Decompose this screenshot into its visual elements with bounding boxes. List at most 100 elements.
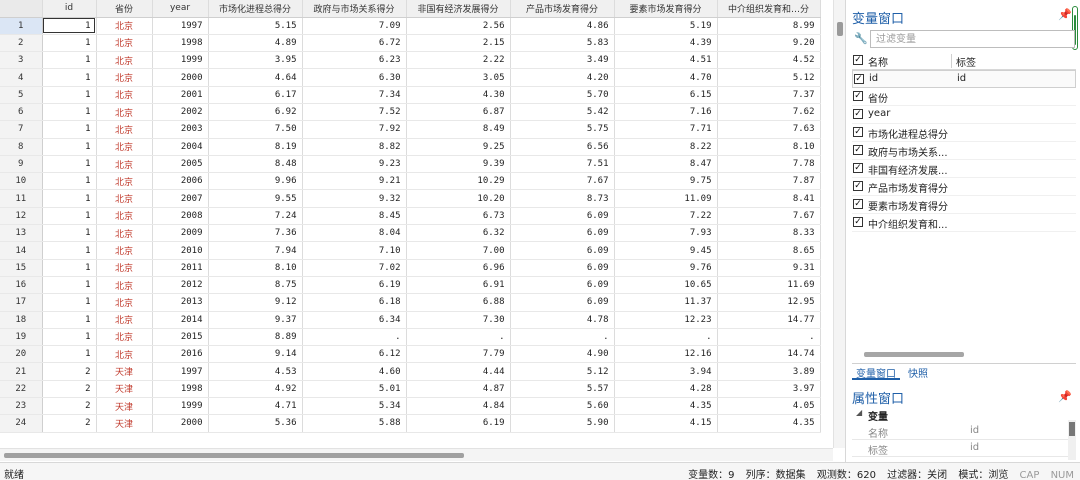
table-cell[interactable]: 4.84 bbox=[406, 397, 511, 416]
table-cell[interactable]: 1 bbox=[42, 189, 97, 208]
table-cell[interactable]: 8.19 bbox=[208, 138, 303, 156]
table-cell[interactable]: 6.73 bbox=[406, 207, 511, 226]
table-cell[interactable]: 北京 bbox=[96, 293, 153, 312]
row-number[interactable]: 13 bbox=[0, 224, 43, 243]
table-cell[interactable]: 5.34 bbox=[302, 397, 407, 416]
table-cell[interactable]: 8.89 bbox=[208, 328, 303, 347]
row-number[interactable]: 24 bbox=[0, 414, 43, 433]
table-cell[interactable]: . bbox=[717, 328, 821, 347]
table-cell[interactable]: 1999 bbox=[152, 51, 209, 70]
table-cell[interactable]: 4.70 bbox=[614, 68, 718, 87]
table-cell[interactable]: 5.19 bbox=[614, 17, 718, 35]
table-cell[interactable]: 北京 bbox=[96, 328, 153, 347]
table-cell[interactable]: 9.37 bbox=[208, 311, 303, 329]
table-cell[interactable]: 7.09 bbox=[302, 17, 407, 35]
column-header-non-state[interactable]: 非国有经济发展得分 bbox=[406, 0, 511, 18]
table-cell[interactable]: 4.86 bbox=[510, 17, 615, 35]
table-cell[interactable]: 北京 bbox=[96, 345, 153, 364]
tab-snapshots[interactable]: 快照 bbox=[904, 364, 932, 380]
table-cell[interactable]: 2012 bbox=[152, 276, 209, 295]
table-cell[interactable]: 北京 bbox=[96, 311, 153, 329]
grid-vertical-scroll-thumb[interactable] bbox=[837, 22, 843, 36]
table-cell[interactable]: 6.19 bbox=[406, 414, 511, 433]
row-number[interactable]: 19 bbox=[0, 328, 43, 347]
table-cell[interactable]: 1 bbox=[42, 120, 97, 139]
table-cell[interactable]: 2.22 bbox=[406, 51, 511, 70]
table-cell[interactable]: 6.34 bbox=[302, 311, 407, 329]
variable-row[interactable]: ✓ 中介组织发育和... bbox=[852, 214, 1076, 232]
table-cell[interactable]: 9.23 bbox=[302, 155, 407, 174]
table-cell[interactable]: 9.25 bbox=[406, 138, 511, 156]
table-cell[interactable]: 6.92 bbox=[208, 103, 303, 122]
table-row[interactable]: 1 1 北京 1997 5.15 7.09 2.56 4.86 5.19 8.99 bbox=[0, 17, 821, 35]
table-cell[interactable]: 7.63 bbox=[717, 120, 821, 139]
row-number[interactable]: 14 bbox=[0, 241, 43, 260]
table-cell[interactable]: 1 bbox=[42, 155, 97, 174]
table-cell[interactable]: 北京 bbox=[96, 34, 153, 53]
table-cell[interactable]: 1997 bbox=[152, 362, 209, 381]
row-number[interactable]: 12 bbox=[0, 207, 43, 226]
table-cell[interactable]: 2 bbox=[42, 414, 97, 433]
table-cell[interactable]: 4.20 bbox=[510, 68, 615, 87]
table-cell[interactable]: 1 bbox=[42, 86, 97, 104]
table-cell[interactable]: 天津 bbox=[96, 362, 153, 381]
variable-checkbox[interactable]: ✓ bbox=[853, 217, 863, 227]
table-cell[interactable]: 6.09 bbox=[510, 293, 615, 312]
table-cell[interactable]: 2004 bbox=[152, 138, 209, 156]
table-cell[interactable]: 1 bbox=[42, 17, 97, 35]
table-cell[interactable]: 9.39 bbox=[406, 155, 511, 174]
tab-variables[interactable]: 变量窗口 bbox=[852, 364, 900, 380]
table-cell[interactable]: 1999 bbox=[152, 397, 209, 416]
table-cell[interactable]: 5.70 bbox=[510, 86, 615, 104]
table-row[interactable]: 14 1 北京 2010 7.94 7.10 7.00 6.09 9.45 8.65 bbox=[0, 241, 821, 260]
table-cell[interactable]: 10.65 bbox=[614, 276, 718, 295]
table-cell[interactable]: 1998 bbox=[152, 34, 209, 53]
table-cell[interactable]: 1998 bbox=[152, 380, 209, 399]
row-number[interactable]: 11 bbox=[0, 189, 43, 208]
table-cell[interactable]: 1 bbox=[42, 311, 97, 329]
table-cell[interactable]: 1 bbox=[42, 241, 97, 260]
name-column-header[interactable]: 名称 bbox=[868, 54, 888, 69]
variables-list-horizontal-scrollbar[interactable] bbox=[864, 352, 964, 357]
column-divider[interactable] bbox=[951, 54, 952, 68]
table-row[interactable]: 23 2 天津 1999 4.71 5.34 4.84 5.60 4.35 4.05 bbox=[0, 397, 821, 416]
table-cell[interactable]: 6.18 bbox=[302, 293, 407, 312]
table-cell[interactable]: 4.92 bbox=[208, 380, 303, 399]
table-cell[interactable]: 4.28 bbox=[614, 380, 718, 399]
table-row[interactable]: 5 1 北京 2001 6.17 7.34 4.30 5.70 6.15 7.37 bbox=[0, 86, 821, 104]
table-cell[interactable]: 9.31 bbox=[717, 259, 821, 277]
table-cell[interactable]: . bbox=[406, 328, 511, 347]
table-cell[interactable]: 4.78 bbox=[510, 311, 615, 329]
row-number[interactable]: 6 bbox=[0, 103, 43, 122]
table-row[interactable]: 4 1 北京 2000 4.64 6.30 3.05 4.20 4.70 5.12 bbox=[0, 68, 821, 87]
table-row[interactable]: 10 1 北京 2006 9.96 9.21 10.29 7.67 9.75 7.87 bbox=[0, 172, 821, 191]
table-row[interactable]: 12 1 北京 2008 7.24 8.45 6.73 6.09 7.22 7.67 bbox=[0, 207, 821, 226]
row-number[interactable]: 16 bbox=[0, 276, 43, 295]
property-value[interactable]: id bbox=[970, 442, 979, 453]
table-cell[interactable]: 9.96 bbox=[208, 172, 303, 191]
table-cell[interactable]: 1 bbox=[42, 207, 97, 226]
table-cell[interactable]: 4.60 bbox=[302, 362, 407, 381]
table-cell[interactable]: 4.05 bbox=[717, 397, 821, 416]
table-cell[interactable]: 9.20 bbox=[717, 34, 821, 53]
corner-cell[interactable] bbox=[0, 0, 43, 18]
table-cell[interactable]: 7.36 bbox=[208, 224, 303, 243]
table-cell[interactable]: 1 bbox=[42, 172, 97, 191]
table-cell[interactable]: 4.15 bbox=[614, 414, 718, 433]
table-cell[interactable]: 7.02 bbox=[302, 259, 407, 277]
table-cell[interactable]: 6.32 bbox=[406, 224, 511, 243]
table-cell[interactable]: 4.53 bbox=[208, 362, 303, 381]
table-cell[interactable]: 8.65 bbox=[717, 241, 821, 260]
column-header-gov-market[interactable]: 政府与市场关系得分 bbox=[302, 0, 407, 18]
table-cell[interactable]: 8.48 bbox=[208, 155, 303, 174]
wrench-icon[interactable]: 🔧 bbox=[854, 32, 868, 45]
table-cell[interactable]: 6.91 bbox=[406, 276, 511, 295]
table-cell[interactable]: 2013 bbox=[152, 293, 209, 312]
table-cell[interactable]: 7.52 bbox=[302, 103, 407, 122]
table-row[interactable]: 9 1 北京 2005 8.48 9.23 9.39 7.51 8.47 7.78 bbox=[0, 155, 821, 174]
table-cell[interactable]: 北京 bbox=[96, 68, 153, 87]
table-cell[interactable]: 天津 bbox=[96, 380, 153, 399]
variable-row[interactable]: ✓ 产品市场发育得分 bbox=[852, 178, 1076, 196]
table-cell[interactable]: 8.04 bbox=[302, 224, 407, 243]
table-cell[interactable]: . bbox=[510, 328, 615, 347]
